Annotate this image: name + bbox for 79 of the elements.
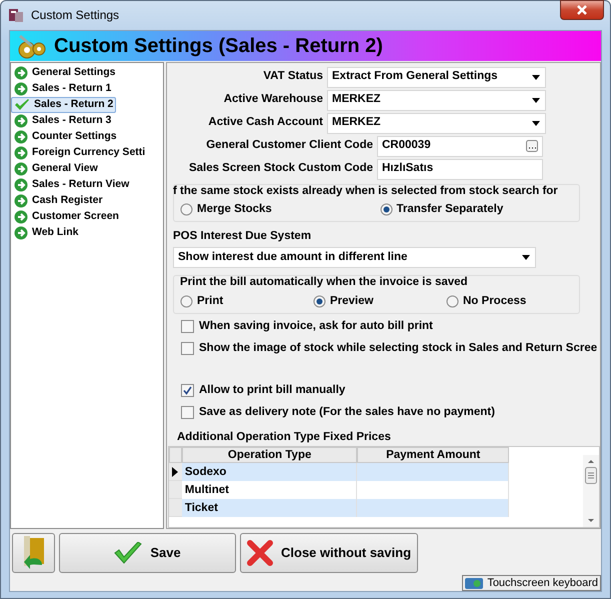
field-label: General Customer Client Code <box>205 138 373 154</box>
sidebar-item[interactable]: Sales - Return 1 <box>11 80 114 96</box>
save-button[interactable]: Save <box>59 533 236 573</box>
arrow-circle-icon <box>14 210 28 224</box>
input-field[interactable]: CR00039 <box>377 136 543 156</box>
dropdown[interactable]: MERKEZ <box>327 112 546 134</box>
keyboard-icon <box>465 578 484 588</box>
column-header[interactable]: Payment Amount <box>357 447 509 463</box>
table-cell: Ticket <box>182 499 358 517</box>
checkbox[interactable] <box>181 406 194 420</box>
sidebar-item[interactable]: Counter Settings <box>11 128 120 144</box>
radio-button[interactable] <box>180 294 193 308</box>
arrow-circle-icon <box>14 178 28 192</box>
sidebar-item[interactable]: Web Link <box>11 224 82 240</box>
close-without-saving-button[interactable]: Close without saving <box>240 533 418 573</box>
arrow-circle-icon <box>14 114 28 128</box>
dropdown[interactable]: MERKEZ <box>327 90 546 110</box>
sidebar-item[interactable]: Sales - Return View <box>11 176 132 192</box>
group-title: Print the bill automatically when the invoice is saved <box>180 275 469 290</box>
ellipsis-button[interactable] <box>526 140 538 152</box>
radio-option[interactable]: Merge Stocks <box>180 200 380 218</box>
dropdown-caret-icon <box>521 254 531 262</box>
sidebar-item[interactable]: Sales - Return 2 <box>11 96 116 112</box>
checkbox-option[interactable]: Save as delivery note (For the sales have no payment) <box>173 402 600 424</box>
window-title: Custom Settings <box>31 7 120 24</box>
app-icon <box>7 6 25 24</box>
sidebar-item[interactable]: Customer Screen <box>11 208 122 224</box>
check-icon <box>114 542 142 564</box>
row-header[interactable] <box>169 463 182 481</box>
arrow-circle-icon <box>14 82 28 96</box>
checkbox[interactable] <box>181 384 194 398</box>
sidebar-item[interactable]: Foreign Currency Setti <box>11 144 148 160</box>
radio-button[interactable] <box>446 294 459 308</box>
sidebar-item[interactable]: General View <box>11 160 101 176</box>
header-title: Custom Settings (Sales - Return 2) <box>54 34 383 58</box>
dropdown-caret-icon <box>531 96 541 104</box>
row-pointer-icon <box>172 466 178 476</box>
scrollbar[interactable] <box>583 455 599 527</box>
touchscreen-keyboard-button[interactable]: Touchscreen keyboard <box>462 575 601 591</box>
sidebar-item[interactable]: Cash Register <box>11 192 106 208</box>
field-label: VAT Status <box>262 69 323 84</box>
exit-button[interactable] <box>12 533 55 573</box>
dropdown-caret-icon <box>531 120 541 126</box>
checkbox[interactable] <box>181 320 194 334</box>
radio-option[interactable]: Transfer Separately <box>380 200 579 218</box>
checkbox-option[interactable]: Allow to print bill manually <box>173 380 600 402</box>
arrow-circle-icon <box>14 130 28 144</box>
checkbox-option[interactable]: When saving invoice, ask for auto bill print <box>173 316 600 338</box>
close-icon <box>577 5 587 16</box>
radio-option[interactable]: No Process <box>446 292 579 310</box>
close-button[interactable] <box>560 0 604 20</box>
checkbox[interactable] <box>181 342 194 356</box>
table-title: Additional Operation Type Fixed Prices <box>177 430 392 445</box>
field-label: POS Interest Due System <box>173 229 312 244</box>
dropdown[interactable]: Extract From General Settings <box>327 66 546 88</box>
group-title: f the same stock exists already when is selected from stock search for <box>173 184 559 198</box>
dropdown[interactable]: Show interest due amount in different line <box>173 247 536 268</box>
arrow-circle-icon <box>14 226 28 240</box>
table-cell: Sodexo <box>182 463 358 481</box>
check-icon <box>14 98 30 112</box>
radio-button[interactable] <box>180 202 193 216</box>
dropdown-caret-icon <box>531 74 541 80</box>
field-label: Active Cash Account <box>207 115 323 130</box>
field-label: Active Warehouse <box>222 92 323 108</box>
arrow-circle-icon <box>14 146 28 160</box>
radio-button[interactable] <box>313 294 326 308</box>
input-field[interactable]: HızlıSatıs <box>377 158 543 180</box>
sidebar-item[interactable]: General Settings <box>11 64 118 80</box>
radio-option[interactable]: Print <box>180 292 313 310</box>
close-icon <box>247 540 273 566</box>
arrow-circle-icon <box>14 66 28 80</box>
radio-option[interactable]: Preview <box>313 292 446 310</box>
column-header[interactable]: Operation Type <box>182 447 358 463</box>
arrow-circle-icon <box>14 162 28 176</box>
field-label: Sales Screen Stock Custom Code <box>188 161 373 176</box>
checkbox-option[interactable]: Show the image of stock while selecting stock in Sales and Return Scree <box>173 338 600 360</box>
arrow-circle-icon <box>14 194 28 208</box>
sidebar-item[interactable]: Sales - Return 3 <box>11 112 114 128</box>
radio-button[interactable] <box>380 202 392 216</box>
